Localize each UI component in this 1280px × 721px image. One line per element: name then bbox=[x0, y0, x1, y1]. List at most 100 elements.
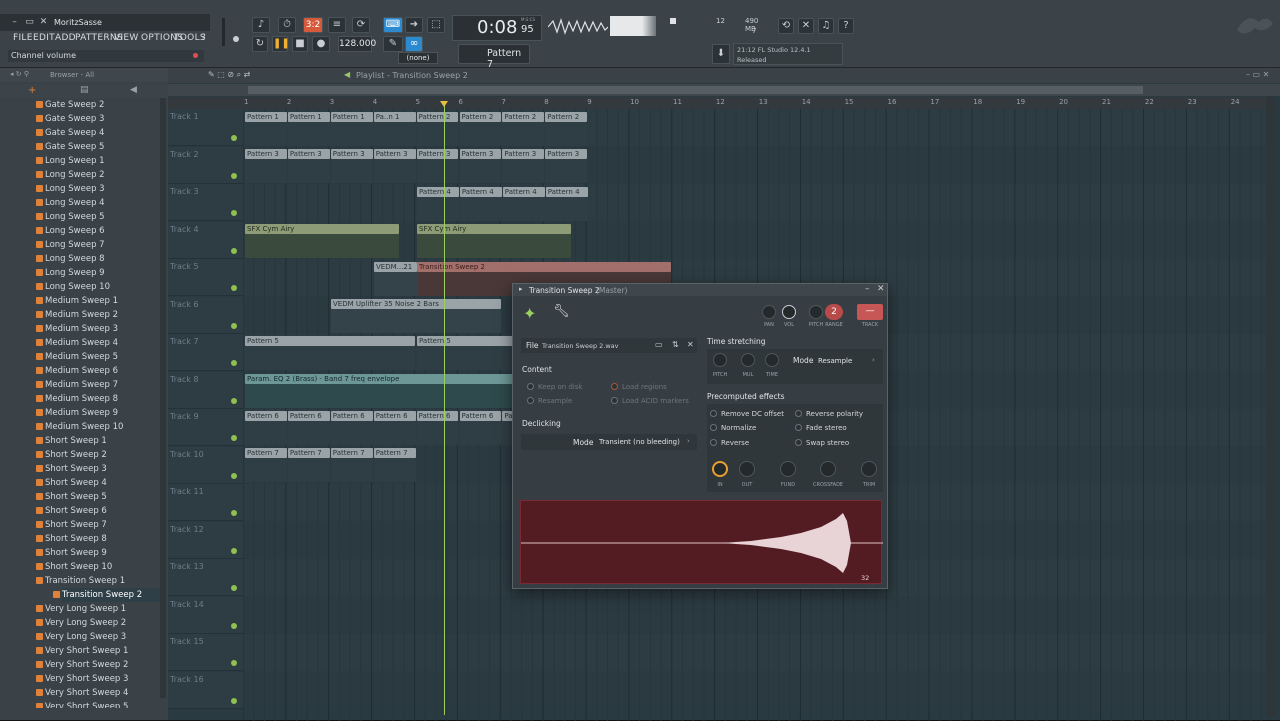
timeline-ruler[interactable]: 1 2 3 4 5 6 7 8 9 10 11 12 13 14 15 16 17 18 19 20 21 22 23 24 bbox=[243, 97, 1273, 109]
step-edit-icon[interactable]: ≡ bbox=[328, 17, 346, 33]
stretch-pitch-knob[interactable] bbox=[713, 353, 727, 367]
playlist-clip[interactable]: Pattern 3 bbox=[330, 149, 373, 159]
sample-waveform[interactable]: 32 bbox=[520, 500, 883, 584]
browser-item[interactable]: Short Sweep 8 bbox=[36, 532, 107, 546]
playlist-clip[interactable]: Pattern 4 bbox=[545, 187, 588, 197]
clip-body[interactable] bbox=[245, 159, 287, 183]
stretch-mul-knob[interactable] bbox=[741, 353, 755, 367]
playlist-clip[interactable]: Pattern 3 bbox=[245, 149, 287, 159]
clip-body[interactable] bbox=[287, 122, 330, 146]
reload-icon[interactable]: ⇅ bbox=[672, 340, 679, 349]
playlist-window-controls[interactable]: – ▭ ✕ bbox=[1246, 70, 1269, 79]
playlist-clip[interactable]: Pattern 2 bbox=[545, 112, 588, 122]
clip-body[interactable] bbox=[245, 122, 287, 146]
clip-body[interactable] bbox=[373, 159, 416, 183]
browser-item[interactable]: Long Sweep 10 bbox=[36, 280, 110, 294]
track-mute-led[interactable] bbox=[231, 435, 237, 441]
browser-item[interactable]: Very Short Sweep 5 bbox=[36, 700, 128, 708]
playhead-marker-icon[interactable] bbox=[440, 101, 448, 107]
browser-item[interactable]: Very Short Sweep 4 bbox=[36, 686, 128, 700]
fund-knob[interactable] bbox=[780, 461, 796, 477]
keep-on-disk-radio[interactable] bbox=[527, 383, 534, 390]
help-icon[interactable]: ? bbox=[838, 18, 854, 34]
link-icon[interactable]: ∞ bbox=[405, 36, 423, 52]
browser-item[interactable]: Gate Sweep 3 bbox=[36, 112, 104, 126]
time-display[interactable]: 0:08 95 M:S:CS bbox=[452, 15, 542, 41]
playlist-clip[interactable]: Pattern 3 bbox=[416, 149, 459, 159]
fade-stereo-option[interactable]: Fade stereo bbox=[795, 424, 847, 432]
dialog-titlebar[interactable]: ▸ Transition Sweep 2 (Master) – ✕ bbox=[513, 284, 887, 296]
maximize-icon[interactable]: ▭ bbox=[24, 17, 35, 28]
browser-item[interactable]: Short Sweep 3 bbox=[36, 462, 107, 476]
clip-body[interactable] bbox=[459, 197, 502, 221]
track-header[interactable]: Track 6 bbox=[168, 296, 243, 334]
pattern-selector[interactable]: Pattern 7 bbox=[458, 44, 530, 70]
remove-dc-radio[interactable] bbox=[710, 410, 717, 417]
pencil-icon[interactable]: ✎ bbox=[383, 36, 403, 52]
playlist-clip[interactable]: Pattern 3 bbox=[287, 149, 330, 159]
browser-item[interactable]: Short Sweep 4 bbox=[36, 476, 107, 490]
playlist-tools-icons[interactable]: ✎ ⬚ ⊘ ⌕ ⇄ bbox=[208, 70, 250, 80]
pause-button[interactable]: ❚❚ bbox=[272, 36, 290, 52]
playlist-clip[interactable]: Pattern 4 bbox=[459, 187, 502, 197]
tempo-display[interactable]: 128.000 bbox=[338, 36, 376, 52]
playlist-clip[interactable]: Pattern 1 bbox=[287, 112, 330, 122]
track-mute-led[interactable] bbox=[231, 622, 237, 629]
browser-item[interactable]: Long Sweep 8 bbox=[36, 252, 105, 266]
playlist-clip[interactable]: VEDM...21 bbox=[374, 262, 417, 272]
clip-body[interactable] bbox=[287, 458, 330, 482]
playlist-clip[interactable]: Pattern 6 bbox=[459, 411, 502, 421]
add-icon[interactable]: + bbox=[28, 85, 36, 96]
browser-item[interactable]: Long Sweep 3 bbox=[36, 182, 105, 196]
clip-body[interactable] bbox=[330, 122, 373, 146]
track-mute-led[interactable] bbox=[231, 247, 237, 254]
clip-body[interactable] bbox=[330, 458, 373, 482]
track-mute-led[interactable] bbox=[231, 472, 237, 479]
reverse-radio[interactable] bbox=[710, 439, 717, 446]
browser-item[interactable]: Gate Sweep 4 bbox=[36, 126, 104, 140]
swap-stereo-radio[interactable] bbox=[795, 439, 802, 446]
playlist-clip[interactable]: Pattern 2 bbox=[502, 112, 545, 122]
load-regions-option[interactable]: Load regions bbox=[611, 383, 667, 391]
playlist-clip[interactable]: Pattern 3 bbox=[502, 149, 545, 159]
clip-body[interactable] bbox=[245, 234, 399, 258]
clip-body[interactable] bbox=[287, 421, 330, 445]
playlist-clip[interactable]: VEDM Uplifter 35 Noise 2 Bars bbox=[331, 299, 501, 309]
playlist-clip[interactable]: Pattern 6 bbox=[287, 411, 330, 421]
playlist-clip[interactable]: Pattern 4 bbox=[417, 187, 459, 197]
resample-option[interactable]: Resample bbox=[527, 397, 572, 405]
browser-item[interactable]: Long Sweep 5 bbox=[36, 210, 105, 224]
playlist-clip[interactable]: Pattern 2 bbox=[459, 112, 502, 122]
browser-item[interactable]: Medium Sweep 6 bbox=[36, 364, 118, 378]
stop-button[interactable]: ■ bbox=[292, 36, 308, 52]
clip-body[interactable] bbox=[331, 309, 501, 333]
download-icon[interactable]: ⬇ bbox=[712, 44, 730, 64]
browser-item[interactable]: Long Sweep 9 bbox=[36, 266, 105, 280]
clip-body[interactable] bbox=[417, 234, 571, 258]
track-header[interactable]: Track 13 bbox=[168, 559, 243, 596]
browser-scrollbar[interactable] bbox=[160, 98, 166, 698]
midi-icon[interactable]: ⬚ bbox=[427, 17, 445, 33]
remove-dc-option[interactable]: Remove DC offset bbox=[710, 410, 784, 418]
browser-item[interactable]: Medium Sweep 2 bbox=[36, 308, 118, 322]
clip-body[interactable] bbox=[330, 421, 373, 445]
reverse-polarity-radio[interactable] bbox=[795, 410, 802, 417]
pan-knob[interactable] bbox=[762, 305, 776, 319]
stretch-mode-select[interactable]: Resample bbox=[818, 357, 852, 365]
trim-knob[interactable] bbox=[861, 461, 877, 477]
playlist-clip[interactable]: Pattern 7 bbox=[373, 448, 416, 458]
browser-item[interactable]: Very Short Sweep 1 bbox=[36, 644, 128, 658]
browser-item[interactable]: Transition Sweep 1 bbox=[36, 574, 125, 588]
dialog-expand-icon[interactable]: ▸ bbox=[519, 285, 523, 293]
declick-arrow-icon[interactable]: › bbox=[687, 437, 690, 445]
mixer-track-selector[interactable]: — bbox=[857, 304, 883, 320]
clip-body[interactable] bbox=[245, 384, 516, 408]
keep-on-disk-option[interactable]: Keep on disk bbox=[527, 383, 583, 391]
playlist-clip[interactable]: SFX Cym Airy bbox=[417, 224, 571, 234]
unlink-icon[interactable]: ✕ bbox=[798, 18, 814, 34]
normalize-radio[interactable] bbox=[710, 424, 717, 431]
typing-keyboard-icon[interactable]: ⌨ bbox=[383, 17, 403, 33]
clip-body[interactable] bbox=[245, 346, 415, 370]
playlist-clip[interactable]: Transition Sweep 2 bbox=[417, 262, 671, 272]
browser-item[interactable]: Medium Sweep 3 bbox=[36, 322, 118, 336]
